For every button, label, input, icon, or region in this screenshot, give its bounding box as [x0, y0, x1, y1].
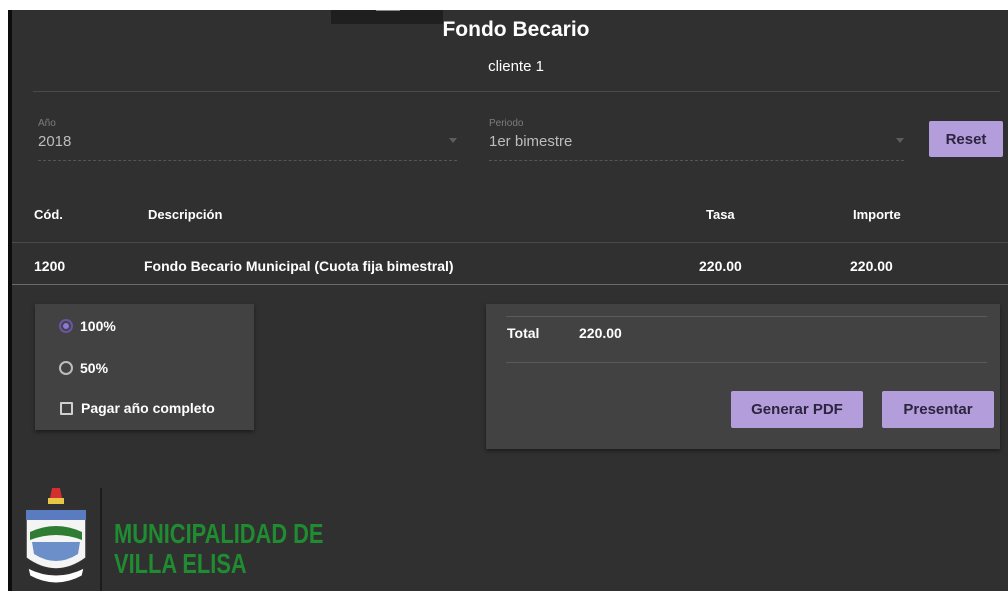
reset-button[interactable]: Reset — [929, 121, 1003, 157]
crest-icon — [25, 488, 87, 584]
year-select[interactable]: Año 2018 — [38, 118, 457, 164]
period-select-label: Periodo — [489, 118, 524, 129]
header-divider — [33, 91, 1000, 92]
row-description: Fondo Becario Municipal (Cuota fija bime… — [144, 258, 454, 274]
radio-unchecked-icon — [59, 361, 73, 375]
pay-full-year-label: Pagar año completo — [81, 400, 215, 416]
submit-button[interactable]: Presentar — [882, 391, 994, 428]
column-header-code: Cód. — [34, 207, 63, 222]
radio-option-50-label: 50% — [80, 360, 109, 376]
brand-line-1: MUNICIPALIDAD DE — [114, 518, 324, 549]
row-amount: 220.00 — [850, 258, 893, 274]
radio-option-100[interactable]: 100% — [59, 318, 116, 334]
app-screen: Fondo Becario cliente 1 Año 2018 Periodo… — [12, 10, 1008, 591]
row-rate: 220.00 — [699, 258, 742, 274]
summary-top-divider — [506, 316, 987, 317]
pay-full-year-checkbox[interactable]: Pagar año completo — [60, 400, 215, 416]
period-select-value: 1er bimestre — [489, 133, 573, 150]
chevron-down-icon — [449, 138, 457, 143]
table-row-divider — [12, 284, 1008, 285]
page-title: Fondo Becario — [442, 18, 590, 41]
period-select-underline — [489, 160, 904, 161]
page-subtitle: cliente 1 — [488, 58, 544, 75]
year-select-underline — [38, 160, 457, 161]
radio-checked-icon — [59, 319, 73, 333]
table-header-divider — [12, 242, 1008, 243]
checkbox-icon — [60, 401, 73, 415]
period-select[interactable]: Periodo 1er bimestre — [489, 118, 904, 164]
radio-option-100-label: 100% — [80, 318, 116, 334]
year-select-value: 2018 — [38, 133, 72, 150]
row-code: 1200 — [34, 258, 66, 274]
year-select-label: Año — [38, 118, 56, 129]
total-value: 220.00 — [579, 325, 622, 341]
total-label: Total — [507, 325, 540, 341]
payment-options-card: 100% 50% Pagar año completo — [35, 304, 254, 430]
column-header-amount: Importe — [853, 207, 901, 222]
brand-line-2: VILLA ELISA — [114, 548, 247, 579]
column-header-rate: Tasa — [706, 207, 735, 222]
municipality-logo — [16, 480, 96, 591]
chevron-down-icon — [896, 138, 904, 143]
drag-handle-line — [376, 10, 400, 11]
generate-pdf-button[interactable]: Generar PDF — [731, 391, 863, 428]
summary-divider — [506, 362, 987, 363]
column-header-description: Descripción — [148, 207, 223, 222]
logo-divider — [100, 488, 102, 591]
radio-option-50[interactable]: 50% — [59, 360, 108, 376]
summary-card: Total 220.00 Generar PDF Presentar — [486, 304, 1000, 449]
